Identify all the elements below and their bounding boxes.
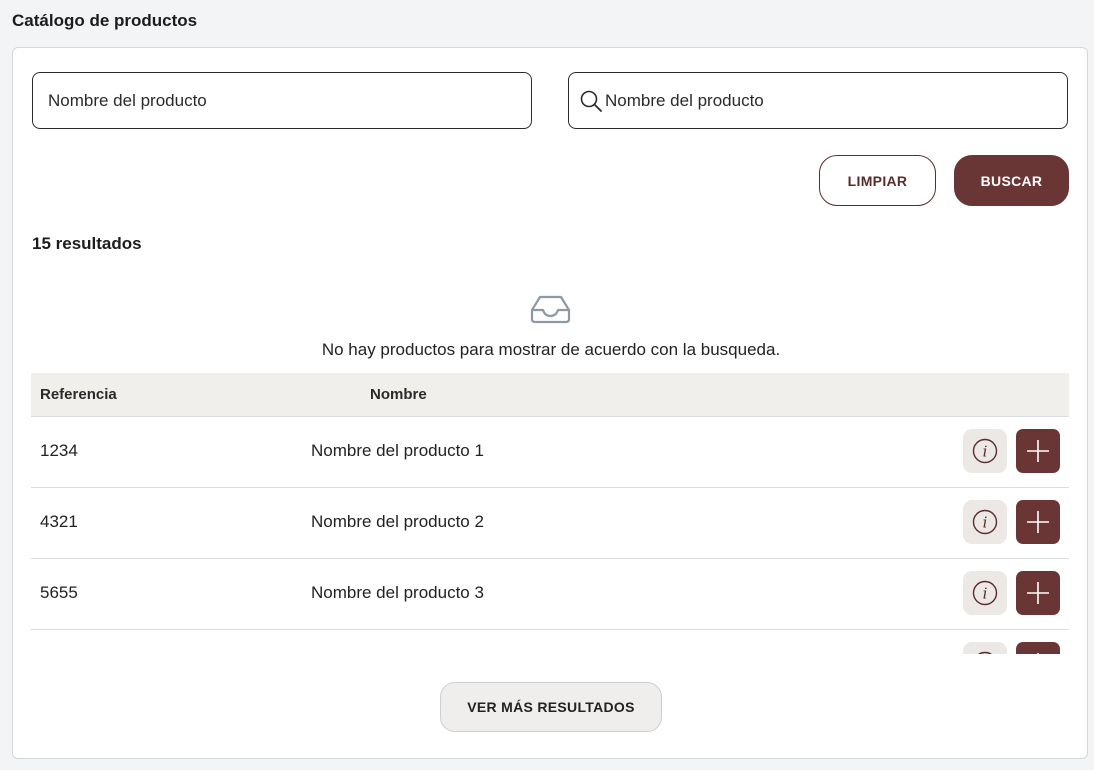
- search-icon: [580, 90, 602, 112]
- table-row: 5655 Nombre del producto 3 i: [31, 559, 1069, 630]
- clear-button[interactable]: LIMPIAR: [819, 155, 936, 206]
- column-header-name: Nombre: [370, 386, 427, 403]
- svg-text:i: i: [983, 443, 988, 461]
- info-icon: i: [978, 651, 992, 654]
- svg-text:i: i: [983, 585, 988, 603]
- page-title: Catálogo de productos: [12, 11, 198, 30]
- table-header: Referencia Nombre: [31, 373, 1069, 417]
- inbox-icon: [530, 295, 571, 324]
- table-row: 1234 Nombre del producto 1 i: [31, 417, 1069, 488]
- plus-icon: [1037, 653, 1039, 654]
- add-button[interactable]: [1016, 642, 1060, 654]
- add-button[interactable]: [1016, 429, 1060, 473]
- svg-text:i: i: [983, 514, 988, 532]
- product-search-field[interactable]: [568, 72, 1068, 129]
- row-reference: 1234: [40, 441, 78, 460]
- search-button[interactable]: BUSCAR: [954, 155, 1069, 206]
- product-name-input[interactable]: [48, 90, 531, 111]
- row-reference: 4321: [40, 512, 78, 531]
- load-more-button[interactable]: VER MÁS RESULTADOS: [440, 682, 662, 732]
- table-body: 1234 Nombre del producto 1 i 4321 Nombre…: [31, 417, 1069, 654]
- info-icon: i: [972, 438, 998, 464]
- product-search-input[interactable]: [605, 90, 1067, 111]
- info-icon: i: [972, 509, 998, 535]
- plus-icon: [1027, 511, 1049, 533]
- results-count: 15 resultados: [32, 234, 142, 253]
- info-button[interactable]: i: [963, 500, 1007, 544]
- row-name: Nombre del producto 2: [311, 512, 484, 531]
- info-icon: i: [972, 580, 998, 606]
- info-button[interactable]: i: [963, 429, 1007, 473]
- row-name: Nombre del producto 1: [311, 441, 484, 460]
- plus-icon: [1027, 582, 1049, 604]
- column-header-reference: Referencia: [40, 386, 117, 403]
- add-button[interactable]: [1016, 500, 1060, 544]
- table-row: i: [31, 630, 1069, 654]
- row-name: Nombre del producto 3: [311, 583, 484, 602]
- info-button[interactable]: i: [963, 642, 1007, 654]
- empty-message: No hay productos para mostrar de acuerdo…: [321, 340, 781, 359]
- plus-icon: [1027, 440, 1049, 462]
- products-table: Referencia Nombre 1234 Nombre del produc…: [31, 373, 1069, 654]
- add-button[interactable]: [1016, 571, 1060, 615]
- product-name-field[interactable]: [32, 72, 532, 129]
- catalog-card: LIMPIAR BUSCAR 15 resultados No hay prod…: [12, 47, 1088, 759]
- table-row: 4321 Nombre del producto 2 i: [31, 488, 1069, 559]
- info-button[interactable]: i: [963, 571, 1007, 615]
- row-reference: 5655: [40, 583, 78, 602]
